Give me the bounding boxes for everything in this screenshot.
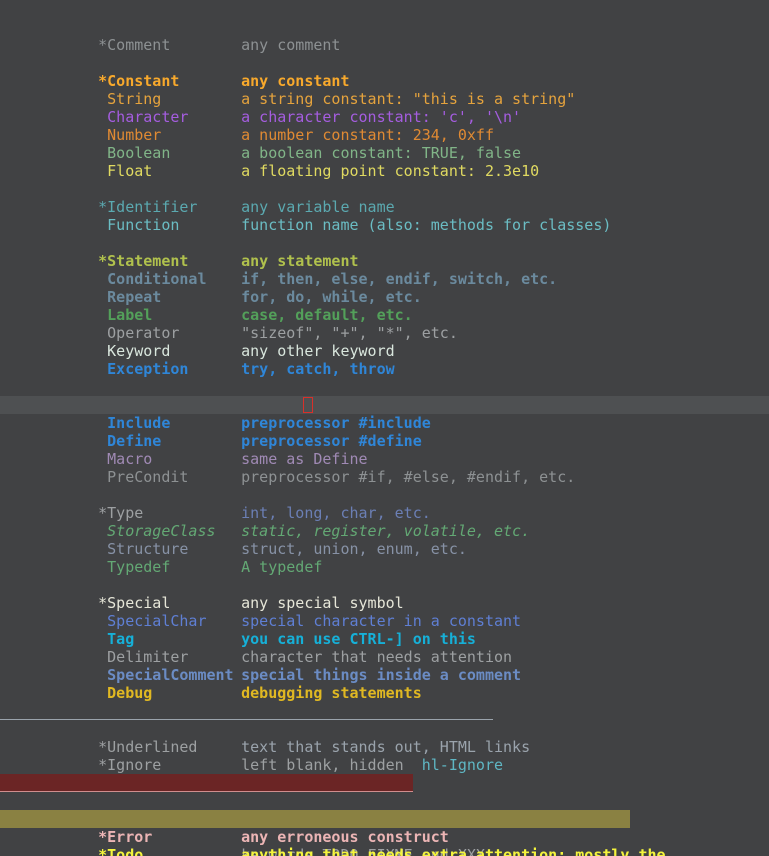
highlight-row-define: Define preprocessor #define: [0, 414, 769, 450]
highlight-row-conditional: Conditional if, then, else, endif, switch…: [0, 252, 769, 288]
highlight-row-exception: Exception try, catch, throw: [0, 342, 769, 378]
spacer-row: [0, 684, 769, 702]
highlight-row-macro: Macro same as Define: [0, 432, 769, 468]
spacer-row: [0, 162, 769, 180]
highlight-row-error: *Error any erroneous construct: [0, 774, 769, 846]
highlight-row-storageclass: StorageClass static, register, volatile, …: [0, 504, 769, 540]
highlight-row-number: Number a number constant: 234, 0xff: [0, 108, 769, 144]
highlight-row-include: Include preprocessor #include: [0, 396, 769, 432]
highlight-row-character: Character a character constant: 'c', '\n': [0, 90, 769, 126]
spacer-row: [0, 468, 769, 486]
highlight-row-tag: Tag you can use CTRL-] on this: [0, 612, 769, 648]
spacer-row: [0, 0, 769, 18]
highlight-row-string: String a string constant: "this is a stri…: [0, 72, 769, 108]
spacer-row: [0, 558, 769, 576]
todo-background-band: [0, 810, 630, 828]
highlight-row-delimiter: Delimiter character that needs attention: [0, 630, 769, 666]
highlight-row-label: Label case, default, etc.: [0, 288, 769, 324]
error-background-band: [0, 774, 413, 792]
highlight-row-keyword: Keyword any other keyword: [0, 324, 769, 360]
spacer-row: [0, 216, 769, 234]
spacer-row: [0, 360, 769, 378]
group-label-underlined: *Underlined: [98, 738, 198, 756]
highlight-row-preproc: *PreProcgeneric Preprocessor: [0, 378, 769, 414]
highlight-row-precondit: PreCondit preprocessor #if, #else, #endif…: [0, 450, 769, 486]
group-desc-todo: anything that needs extra attention; mos…: [241, 846, 666, 856]
highlight-row-underlined: *Underlined text that stands out, HTML li…: [0, 702, 769, 756]
group-label-todo: *Todo: [98, 846, 144, 856]
spacer-row: [0, 36, 769, 54]
highlight-row-identifier: *Identifier any variable name: [0, 180, 769, 216]
highlight-row-structure: Structure struct, union, enum, etc.: [0, 522, 769, 558]
group-label-error: *Error: [98, 828, 153, 846]
highlight-row-specialchar: SpecialChar special character in a consta…: [0, 594, 769, 630]
highlight-row-specialcomment: SpecialComment special things inside a co…: [0, 648, 769, 684]
spacer-row: [0, 756, 769, 774]
highlight-row-typedef: Typedef A typedef: [0, 540, 769, 576]
highlight-row-comment: *Comment any comment: [0, 18, 769, 54]
group-desc-error: any erroneous construct: [241, 828, 449, 846]
highlight-row-boolean: Boolean a boolean constant: TRUE, false: [0, 126, 769, 162]
highlight-row-float: Float a floating point constant: 2.3e10: [0, 144, 769, 180]
spacer-row: [0, 720, 769, 738]
highlight-row-statement: *Statement any statement: [0, 234, 769, 270]
highlight-row-special: *Special any special symbol: [0, 576, 769, 612]
highlight-row-todo: *Todo anything that needs extra attention…: [0, 810, 769, 856]
group-desc-underlined: text that stands out, HTML links: [241, 738, 531, 756]
spacer-row: [0, 792, 769, 810]
vim-highlight-reference-screen: *Comment any comment *Constant any constan…: [0, 0, 769, 856]
highlight-row-operator: Operator "sizeof", "+", "*", etc.: [0, 306, 769, 342]
highlight-row-constant: *Constant any constant: [0, 54, 769, 90]
highlight-row-function: Function function name (also: methods for…: [0, 198, 769, 234]
text-cursor[interactable]: [303, 397, 313, 413]
highlight-row-repeat: Repeat for, do, while, etc.: [0, 270, 769, 306]
highlight-row-type: *Type int, long, char, etc.: [0, 486, 769, 522]
highlight-row-debug: Debug debugging statements: [0, 666, 769, 702]
